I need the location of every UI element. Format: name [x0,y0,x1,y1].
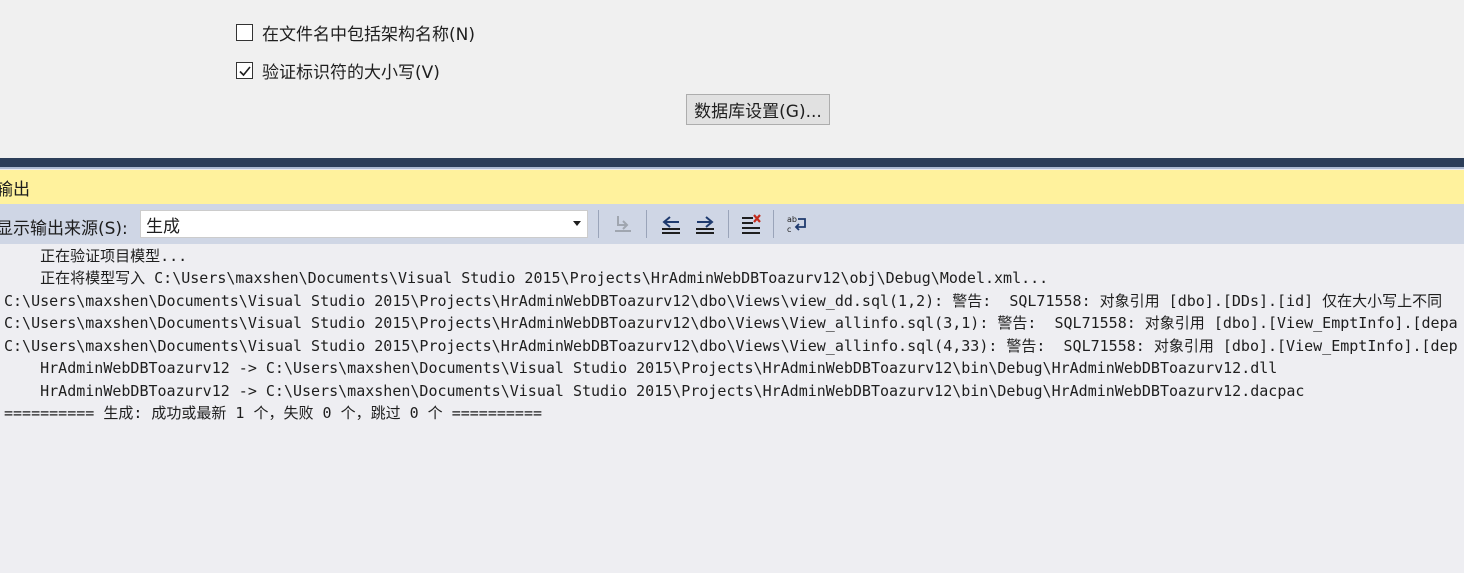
toolbar-separator [598,210,599,238]
output-line: C:\Users\maxshen\Documents\Visual Studio… [4,314,1458,332]
go-to-build-error-icon[interactable] [612,213,634,235]
settings-area: 在文件名中包括架构名称(N) 验证标识符的大小写(V) 数据库设置(G)... [0,0,1464,158]
database-settings-button[interactable]: 数据库设置(G)... [686,94,830,125]
checkmark-icon [238,65,251,76]
output-line: 正在将模型写入 C:\Users\maxshen\Documents\Visua… [4,269,1049,287]
dropdown-arrow-icon[interactable] [573,221,581,226]
output-text-area[interactable]: 正在验证项目模型... 正在将模型写入 C:\Users\maxshen\Doc… [0,244,1464,573]
schema-name-checkbox[interactable] [236,24,253,41]
output-line: 正在验证项目模型... [4,247,188,265]
output-line: C:\Users\maxshen\Documents\Visual Studio… [4,292,1443,310]
schema-name-checkbox-label: 在文件名中包括架构名称(N) [262,25,475,45]
output-panel-title: 输出 [0,179,30,200]
validate-case-checkbox[interactable] [236,62,253,79]
toolbar-separator [728,210,729,238]
svg-text:ab: ab [787,215,797,224]
output-line: C:\Users\maxshen\Documents\Visual Studio… [4,337,1458,355]
previous-message-icon[interactable] [660,213,682,235]
validate-case-checkbox-label: 验证标识符的大小写(V) [262,63,440,83]
output-source-select[interactable]: 生成 [140,210,588,238]
output-source-label: 显示输出来源(S): [0,219,128,239]
output-source-value: 生成 [146,216,180,237]
panel-splitter[interactable] [0,158,1464,169]
output-toolbar: 显示输出来源(S): 生成 ab c [0,204,1464,244]
word-wrap-icon[interactable]: ab c [786,213,808,235]
clear-all-icon[interactable] [740,213,762,235]
output-panel-title-bar[interactable]: 输出 [0,170,1464,204]
toolbar-separator [646,210,647,238]
validate-case-checkbox-row[interactable]: 验证标识符的大小写(V) [236,58,440,83]
next-message-icon[interactable] [694,213,716,235]
output-line: HrAdminWebDBToazurv12 -> C:\Users\maxshe… [4,382,1305,400]
svg-text:c: c [787,225,791,234]
schema-name-checkbox-row[interactable]: 在文件名中包括架构名称(N) [236,20,475,45]
toolbar-separator [773,210,774,238]
output-line: HrAdminWebDBToazurv12 -> C:\Users\maxshe… [4,359,1278,377]
output-line: ========== 生成: 成功或最新 1 个，失败 0 个，跳过 0 个 =… [4,404,543,422]
